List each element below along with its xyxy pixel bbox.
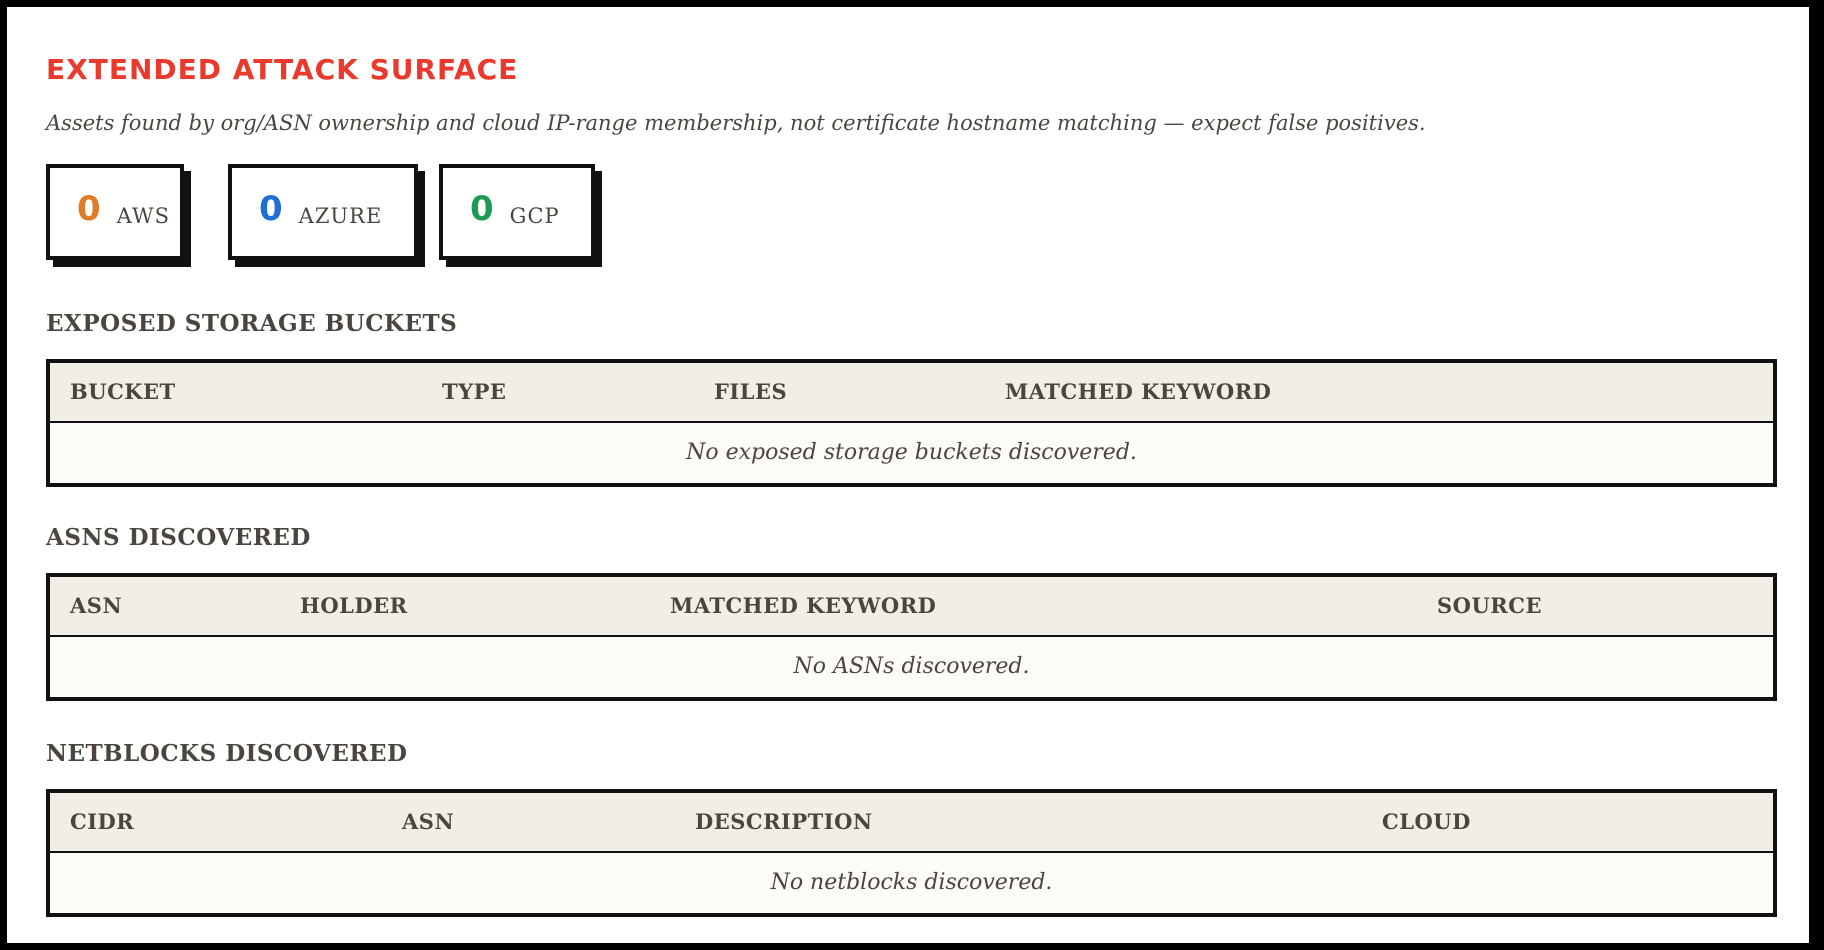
stat-label-azure: AZURE — [298, 204, 383, 228]
stat-value-gcp: 0 — [470, 189, 494, 229]
column-header-type[interactable]: TYPE — [442, 363, 506, 421]
stat-label-aws: AWS — [116, 204, 170, 228]
buckets-heading: EXPOSED STORAGE BUCKETS — [46, 310, 458, 337]
stat-value-azure: 0 — [259, 189, 283, 229]
asns-table: ASN HOLDER MATCHED KEYWORD SOURCE No ASN… — [46, 573, 1777, 701]
netblocks-table: CIDR ASN DESCRIPTION CLOUD No netblocks … — [46, 789, 1777, 917]
netblocks-table-header: CIDR ASN DESCRIPTION CLOUD — [50, 793, 1773, 853]
column-header-cloud[interactable]: CLOUD — [1382, 793, 1471, 851]
buckets-table: BUCKET TYPE FILES MATCHED KEYWORD No exp… — [46, 359, 1777, 487]
column-header-asn[interactable]: ASN — [402, 793, 454, 851]
section-title: EXTENDED ATTACK SURFACE — [46, 53, 519, 86]
netblocks-heading: NETBLOCKS DISCOVERED — [46, 740, 408, 767]
stat-card-gcp: 0 GCP — [439, 164, 595, 260]
stat-value-aws: 0 — [77, 189, 101, 229]
column-header-asn[interactable]: ASN — [70, 577, 122, 635]
buckets-empty-message: No exposed storage buckets discovered. — [686, 440, 1137, 465]
netblocks-empty-message: No netblocks discovered. — [770, 870, 1053, 895]
extended-attack-surface-panel: EXTENDED ATTACK SURFACE Assets found by … — [7, 7, 1809, 943]
column-header-matched-keyword[interactable]: MATCHED KEYWORD — [670, 577, 936, 635]
asns-table-header: ASN HOLDER MATCHED KEYWORD SOURCE — [50, 577, 1773, 637]
buckets-table-header: BUCKET TYPE FILES MATCHED KEYWORD — [50, 363, 1773, 423]
stat-card-azure: 0 AZURE — [228, 164, 418, 260]
column-header-files[interactable]: FILES — [714, 363, 787, 421]
column-header-holder[interactable]: HOLDER — [300, 577, 408, 635]
asns-empty-message: No ASNs discovered. — [793, 654, 1030, 679]
column-header-bucket[interactable]: BUCKET — [70, 363, 176, 421]
stat-label-gcp: GCP — [509, 204, 560, 228]
section-subtitle: Assets found by org/ASN ownership and cl… — [46, 111, 1426, 135]
asns-heading: ASNS DISCOVERED — [46, 524, 311, 551]
column-header-matched-keyword[interactable]: MATCHED KEYWORD — [1005, 363, 1271, 421]
column-header-source[interactable]: SOURCE — [1437, 577, 1542, 635]
stat-card-aws: 0 AWS — [46, 164, 184, 260]
column-header-cidr[interactable]: CIDR — [70, 793, 134, 851]
column-header-description[interactable]: DESCRIPTION — [695, 793, 873, 851]
